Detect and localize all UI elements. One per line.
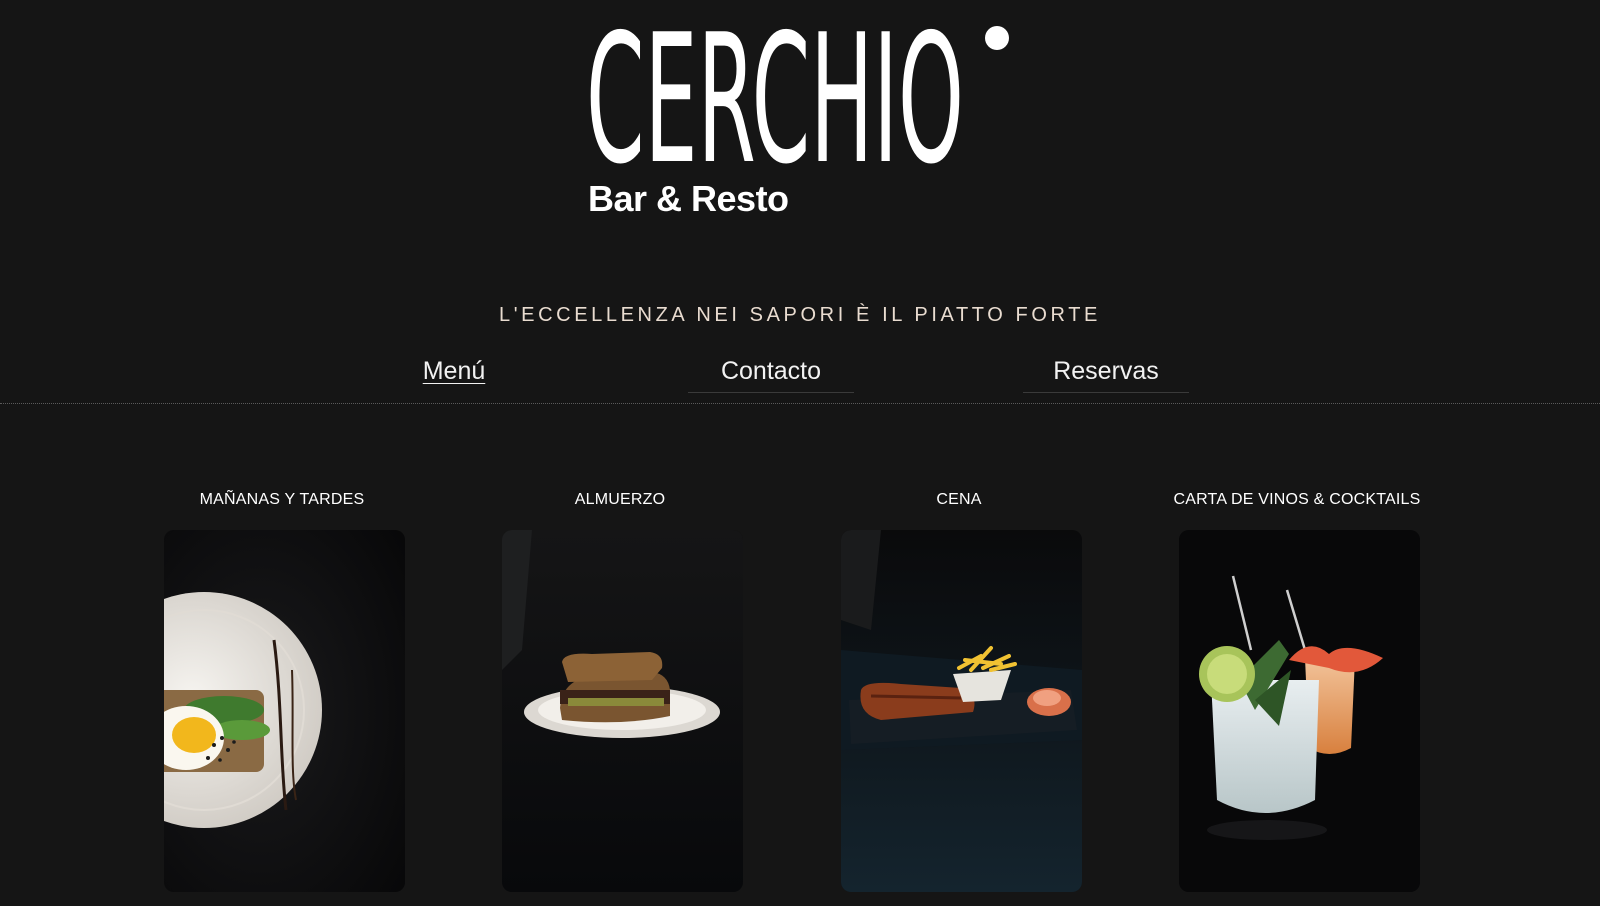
brand-wordmark: CERCHIO [586, 18, 964, 168]
brand-name: CERCHIO [586, 18, 964, 168]
menu-card-title[interactable]: CENA [809, 490, 1109, 510]
nav-reservas[interactable]: Reservas [1023, 350, 1189, 393]
sandwich-photo[interactable] [502, 530, 743, 892]
egg-avocado-toast-photo[interactable] [164, 530, 405, 892]
brand-logo[interactable]: CERCHIO Bar & Resto [586, 18, 1016, 228]
cocktails-photo[interactable] [1179, 530, 1420, 892]
logo-dot-icon [985, 26, 1009, 50]
menu-card-cena: CENA [809, 490, 1109, 892]
ribs-and-fries-photo[interactable] [841, 530, 1082, 892]
nav-divider [0, 403, 1600, 404]
menu-card-title[interactable]: MAÑANAS Y TARDES [132, 490, 432, 510]
nav-menu[interactable]: Menú [404, 350, 504, 392]
nav-contacto[interactable]: Contacto [688, 350, 854, 393]
page: CERCHIO Bar & Resto L'ECCELLENZA NEI SAP… [0, 0, 1600, 906]
menu-card-almuerzo: ALMUERZO [470, 490, 770, 892]
menu-card-vinos-cocktails: CARTA DE VINOS & COCKTAILS [1147, 490, 1447, 892]
menu-card-mananas: MAÑANAS Y TARDES [132, 490, 432, 892]
menu-card-title[interactable]: ALMUERZO [470, 490, 770, 510]
tagline: L'ECCELLENZA NEI SAPORI È IL PIATTO FORT… [499, 304, 1101, 326]
menu-card-title[interactable]: CARTA DE VINOS & COCKTAILS [1147, 490, 1447, 510]
brand-subtitle: Bar & Resto [588, 178, 789, 219]
